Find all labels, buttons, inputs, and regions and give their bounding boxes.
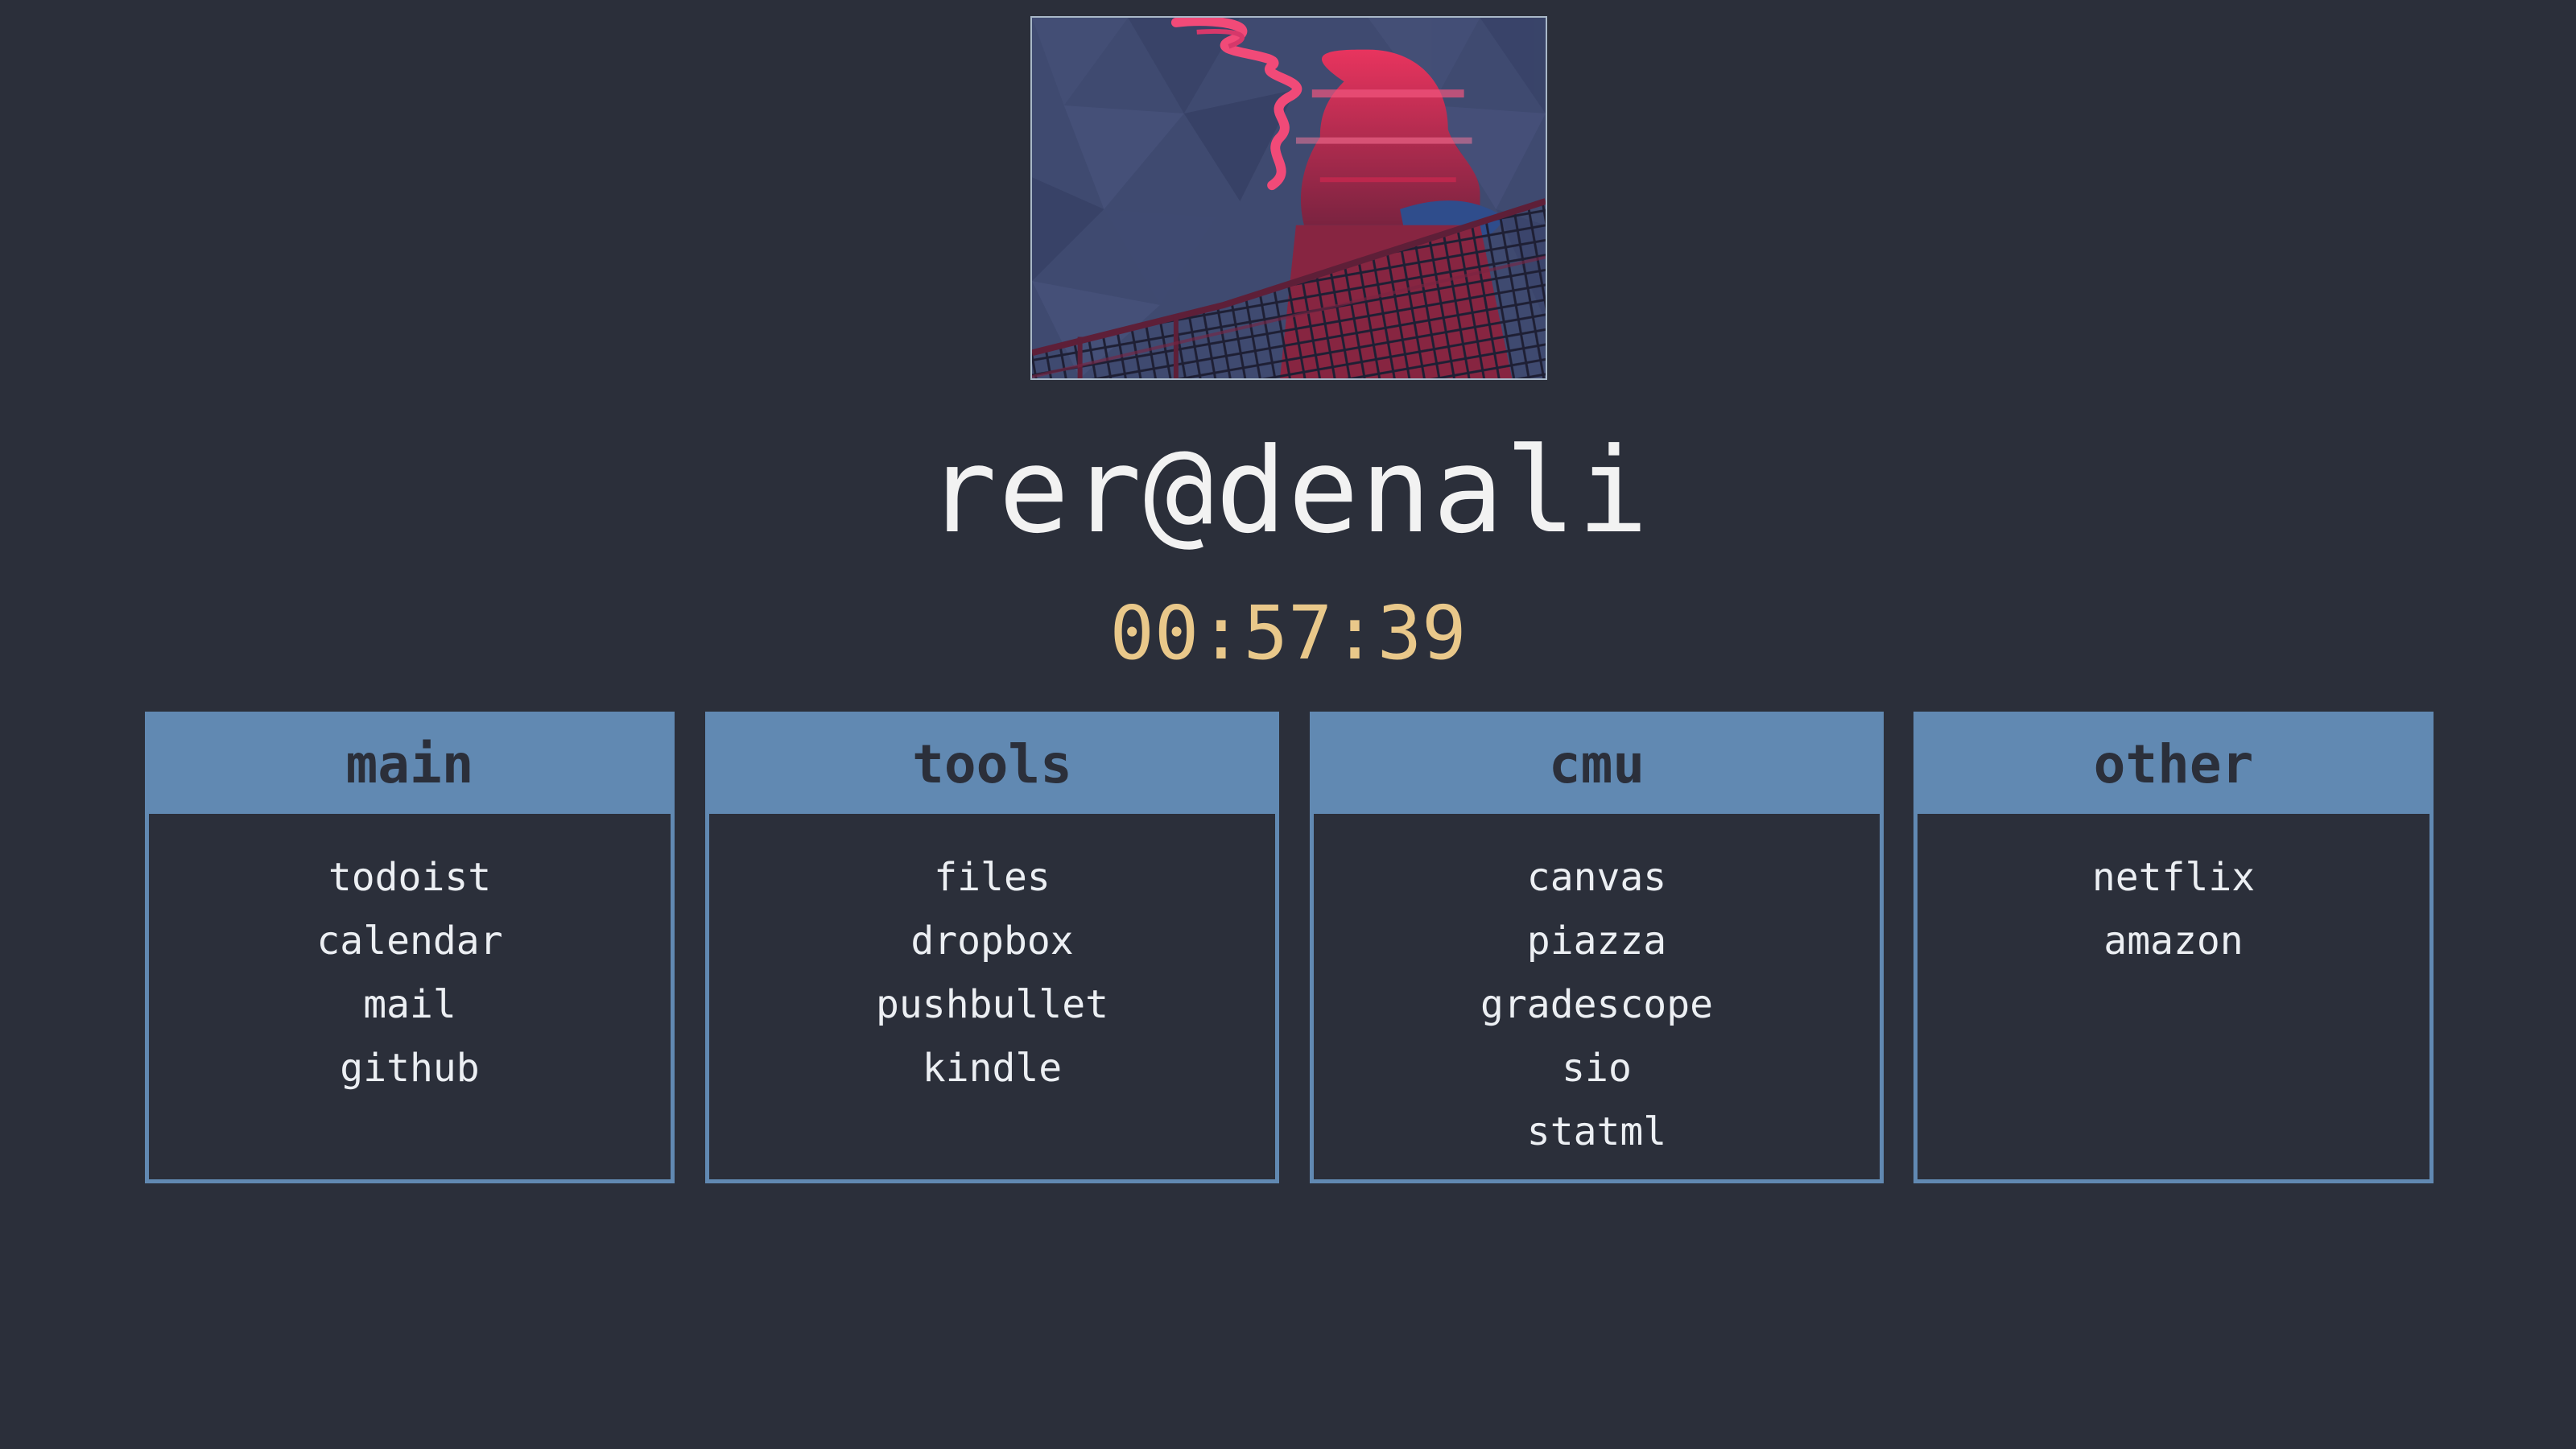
link-list: todoist calendar mail github [149, 814, 671, 1100]
link-pushbullet[interactable]: pushbullet [709, 973, 1275, 1037]
panel-title: other [1918, 716, 2429, 814]
link-list: files dropbox pushbullet kindle [709, 814, 1275, 1100]
link-statml[interactable]: statml [1314, 1100, 1880, 1164]
link-calendar[interactable]: calendar [149, 910, 671, 973]
link-list: netflix amazon [1918, 814, 2429, 973]
link-list: canvas piazza gradescope sio statml [1314, 814, 1880, 1164]
panel-title: tools [709, 716, 1275, 814]
hostname-title: rer@denali [926, 423, 1650, 559]
panel-title: cmu [1314, 716, 1880, 814]
link-files[interactable]: files [709, 846, 1275, 910]
panel-other: other netflix amazon [1913, 712, 2434, 1183]
startpage: rer@denali 00:57:39 main todoist calenda… [0, 0, 2576, 1449]
link-amazon[interactable]: amazon [1918, 910, 2429, 973]
link-piazza[interactable]: piazza [1314, 910, 1880, 973]
glitch-art-image [1032, 18, 1546, 378]
link-todoist[interactable]: todoist [149, 846, 671, 910]
link-mail[interactable]: mail [149, 973, 671, 1037]
link-dropbox[interactable]: dropbox [709, 910, 1275, 973]
panel-main: main todoist calendar mail github [145, 712, 675, 1183]
panel-cmu: cmu canvas piazza gradescope sio statml [1310, 712, 1884, 1183]
panel-title: main [149, 716, 671, 814]
link-gradescope[interactable]: gradescope [1314, 973, 1880, 1037]
banner-image [1030, 16, 1547, 380]
link-canvas[interactable]: canvas [1314, 846, 1880, 910]
link-sio[interactable]: sio [1314, 1037, 1880, 1100]
link-github[interactable]: github [149, 1037, 671, 1100]
panel-tools: tools files dropbox pushbullet kindle [705, 712, 1279, 1183]
link-netflix[interactable]: netflix [1918, 846, 2429, 910]
clock: 00:57:39 [1109, 590, 1467, 676]
link-kindle[interactable]: kindle [709, 1037, 1275, 1100]
